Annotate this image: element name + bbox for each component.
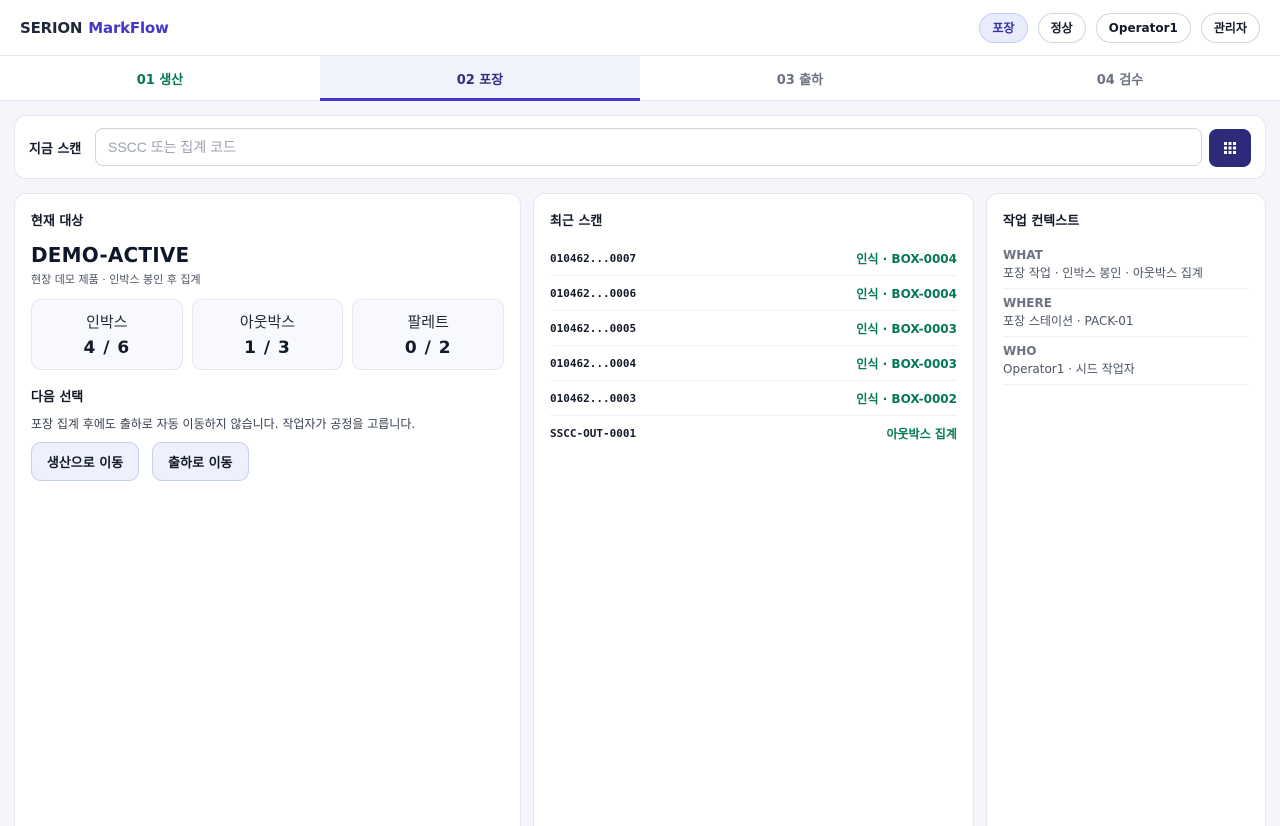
context-what: WHAT 포장 작업 · 인박스 봉인 · 아웃박스 집계 (1003, 241, 1249, 289)
scan-label: 지금 스캔 (29, 141, 82, 157)
scan-code: 010462...0003 (550, 391, 637, 405)
outbox-counter: 아웃박스 1 / 3 (191, 299, 344, 370)
scan-code: 010462...0007 (550, 251, 637, 265)
tab-packing[interactable]: 02 포장 (320, 56, 640, 101)
next-step-title: 다음 선택 (31, 390, 84, 405)
stage-pill[interactable]: 포장 (979, 12, 1028, 43)
scan-status: 아웃박스 집계 (886, 427, 957, 441)
admin-pill[interactable]: 관리자 (1200, 12, 1260, 43)
context-value: 포장 작업 · 인박스 봉인 · 아웃박스 집계 (1003, 266, 1203, 280)
context-key: WHO (1003, 344, 1037, 358)
grid-icon (1224, 142, 1236, 154)
context-value: 포장 스테이션 · PACK-01 (1003, 314, 1134, 328)
context-list: WHAT 포장 작업 · 인박스 봉인 · 아웃박스 집계 WHERE 포장 스… (1003, 241, 1249, 385)
recent-scans-title: 최근 스캔 (550, 214, 603, 229)
brand-name: SERION (20, 18, 83, 37)
scan-input[interactable] (95, 128, 1202, 166)
counters: 인박스 4 / 6 아웃박스 1 / 3 팔레트 0 / 2 (31, 299, 505, 370)
brand-product: MarkFlow (88, 18, 169, 37)
context-where: WHERE 포장 스테이션 · PACK-01 (1003, 289, 1249, 337)
counter-value: 0 / 2 (404, 338, 452, 358)
app-header: SERION MarkFlow 포장 정상 Operator1 관리자 (0, 0, 1280, 56)
pallet-counter: 팔레트 0 / 2 (352, 299, 505, 370)
scan-status: 인식 · BOX-0002 (856, 391, 957, 406)
tab-production[interactable]: 01 생산 (0, 56, 320, 100)
scan-button[interactable] (1209, 129, 1251, 167)
operator-pill[interactable]: Operator1 (1095, 12, 1191, 43)
tab-shipping[interactable]: 03 출하 (640, 56, 960, 100)
context-key: WHAT (1003, 248, 1043, 262)
scan-list: 010462...0007 인식 · BOX-0004 010462...000… (550, 241, 957, 451)
header-pills: 포장 정상 Operator1 관리자 (979, 12, 1260, 43)
scan-code: SSCC-OUT-0001 (550, 427, 637, 440)
recent-scans-card: 최근 스캔 010462...0007 인식 · BOX-0004 010462… (533, 193, 974, 826)
process-tabs: 01 생산 02 포장 03 출하 04 검수 (0, 56, 1280, 101)
context-value: Operator1 · 시드 작업자 (1003, 362, 1135, 376)
counter-label: 아웃박스 (239, 313, 296, 331)
list-item[interactable]: 010462...0005 인식 · BOX-0003 (550, 311, 957, 346)
scan-status: 인식 · BOX-0003 (856, 321, 957, 336)
counter-label: 인박스 (86, 313, 128, 331)
list-item[interactable]: 010462...0007 인식 · BOX-0004 (550, 241, 957, 276)
scan-code: 010462...0006 (550, 286, 637, 300)
scan-status: 인식 · BOX-0004 (856, 286, 957, 301)
go-shipping-button[interactable]: 출하로 이동 (152, 442, 249, 481)
status-pill[interactable]: 정상 (1037, 12, 1086, 43)
scan-bar: 지금 스캔 (14, 115, 1266, 179)
target-description: 현장 데모 제품 · 인박스 봉인 후 집계 (31, 273, 201, 286)
brand-logo[interactable]: SERION MarkFlow (20, 19, 169, 37)
work-context-title: 작업 컨텍스트 (1003, 214, 1080, 229)
counter-label: 팔레트 (407, 313, 449, 331)
work-context-card: 작업 컨텍스트 WHAT 포장 작업 · 인박스 봉인 · 아웃박스 집계 WH… (986, 193, 1266, 826)
inbox-counter: 인박스 4 / 6 (31, 299, 183, 370)
target-name: DEMO-ACTIVE (31, 243, 190, 267)
counter-value: 1 / 3 (244, 338, 291, 358)
next-step-buttons: 생산으로 이동 출하로 이동 (31, 442, 504, 481)
counter-value: 4 / 6 (83, 338, 131, 358)
current-target-title: 현재 대상 (31, 214, 84, 229)
list-item[interactable]: 010462...0006 인식 · BOX-0004 (550, 276, 957, 311)
scan-status: 인식 · BOX-0004 (856, 251, 957, 266)
context-who: WHO Operator1 · 시드 작업자 (1003, 337, 1249, 385)
scan-status: 인식 · BOX-0003 (856, 356, 957, 371)
list-item[interactable]: 010462...0004 인식 · BOX-0003 (550, 346, 957, 381)
go-production-button[interactable]: 생산으로 이동 (31, 442, 140, 481)
tab-inspection[interactable]: 04 검수 (960, 56, 1280, 100)
list-item[interactable]: SSCC-OUT-0001 아웃박스 집계 (550, 416, 957, 451)
list-item[interactable]: 010462...0003 인식 · BOX-0002 (550, 381, 957, 416)
context-key: WHERE (1003, 296, 1052, 310)
current-target-card: 현재 대상 DEMO-ACTIVE 현장 데모 제품 · 인박스 봉인 후 집계… (14, 193, 521, 826)
scan-code: 010462...0005 (550, 321, 637, 335)
scan-code: 010462...0004 (550, 356, 637, 370)
next-step-description: 포장 집계 후에도 출하로 자동 이동하지 않습니다. 작업자가 공정을 고릅니… (31, 417, 416, 431)
